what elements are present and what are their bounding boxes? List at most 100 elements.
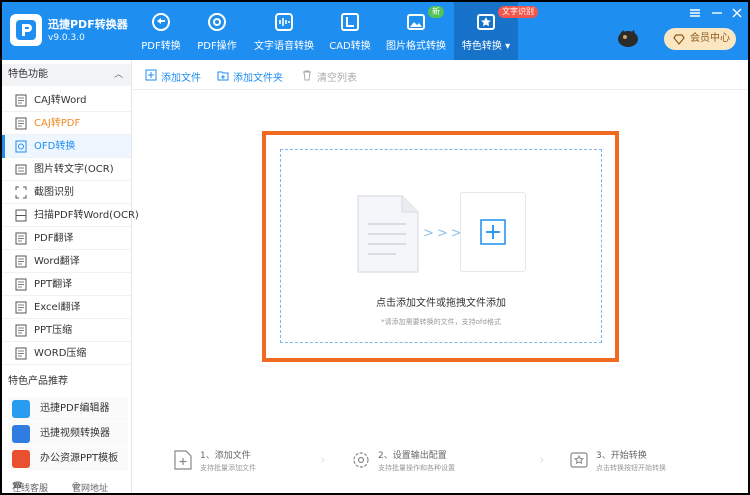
nav-text-speech[interactable]: 文字语音转换 <box>254 2 314 60</box>
step-output-config: 2、设置输出配置 支持批量操作和各种设置 <box>352 446 512 480</box>
sidebar-item-ofd[interactable]: OFD转换 <box>2 135 131 158</box>
video-converter-logo-icon <box>12 425 30 443</box>
sidebar-footer: ☎ 在线客服 ◎ 官网地址 <box>12 481 109 493</box>
ocr-badge: 文字识别 <box>498 6 538 18</box>
product-label: 迅捷PDF编辑器 <box>40 403 110 414</box>
section-title: 特色功能 <box>8 69 48 80</box>
new-badge: 新 <box>428 6 444 18</box>
product-label: 迅捷视频转换器 <box>40 428 110 439</box>
ppt-template-logo-icon <box>12 450 30 468</box>
add-file-card[interactable] <box>460 192 526 272</box>
ocr-icon <box>15 164 27 175</box>
sidebar-item-ppt-translate[interactable]: PPT翻译 <box>2 273 131 296</box>
convert-star-icon <box>570 452 588 468</box>
sidebar-item-label: PDF翻译 <box>34 233 74 244</box>
sidebar-item-word-translate[interactable]: Word翻译 <box>2 250 131 273</box>
product-ppt-templates[interactable]: 办公资源PPT模板 <box>8 447 128 471</box>
caj-icon <box>15 94 27 107</box>
sidebar-item-label: CAJ转PDF <box>34 118 81 129</box>
step-title: 2、设置输出配置 <box>378 451 447 461</box>
nav-pdf-operate[interactable]: PDF操作 <box>194 2 240 60</box>
sidebar: 特色功能 ︿ CAJ转Word CAJ转PDF OFD转换 图片转文字(OCR)… <box>2 60 139 493</box>
nav-image-format[interactable]: 图片格式转换 新 <box>386 2 446 60</box>
drop-hint: *请添加需要转换的文件，支持ofd格式 <box>381 318 501 326</box>
step-desc: 支持批量操作和各种设置 <box>378 464 455 472</box>
sidebar-item-label: 截图识别 <box>34 187 74 198</box>
nav-special-convert[interactable]: 特色转换 ▾ 文字识别 <box>454 2 538 60</box>
nav-label: 文字语音转换 <box>254 41 314 52</box>
doc-icon <box>15 232 27 245</box>
sidebar-item-label: 图片转文字(OCR) <box>34 164 114 175</box>
minimize-icon[interactable] <box>710 6 724 20</box>
clear-list-button[interactable]: 清空列表 <box>301 69 357 84</box>
user-avatar[interactable] <box>616 28 640 48</box>
gear-icon <box>353 452 369 468</box>
sidebar-item-word-compress[interactable]: WORD压缩 <box>2 342 131 365</box>
arrow-right-icon: >>> <box>423 226 465 241</box>
file-plus-icon <box>174 450 192 470</box>
vip-center-button[interactable]: 会员中心 <box>664 28 736 50</box>
doc-icon <box>15 278 27 291</box>
cad-icon <box>341 13 359 31</box>
diamond-icon <box>673 34 685 45</box>
sidebar-item-pdf-translate[interactable]: PDF翻译 <box>2 227 131 250</box>
section-title: 特色产品推荐 <box>8 376 68 387</box>
product-video-converter[interactable]: 迅捷视频转换器 <box>8 422 128 446</box>
sidebar-item-caj-pdf[interactable]: CAJ转PDF <box>2 112 131 135</box>
add-file-icon <box>145 69 157 81</box>
audio-wave-icon <box>275 13 293 31</box>
product-label: 办公资源PPT模板 <box>40 453 119 464</box>
sidebar-item-scan-pdf[interactable]: 扫描PDF转Word(OCR) <box>2 204 139 227</box>
app-version: v9.0.3.0 <box>48 33 85 43</box>
doc-icon <box>15 301 27 314</box>
document-illustration-icon <box>357 195 419 273</box>
drop-instruction: 点击添加文件或拖拽文件添加 <box>376 298 506 309</box>
pdf-editor-logo-icon <box>12 400 30 418</box>
nav-label: 特色转换 ▾ <box>461 41 511 52</box>
section-header-features[interactable]: 特色功能 ︿ <box>2 64 131 86</box>
gear-icon <box>208 13 226 31</box>
nav-pdf-convert[interactable]: PDF转换 <box>138 2 184 60</box>
sidebar-item-caj-word[interactable]: CAJ转Word <box>2 89 131 112</box>
app-logo <box>10 14 42 46</box>
step-title: 1、添加文件 <box>200 451 251 461</box>
sidebar-item-label: PPT压缩 <box>34 325 73 336</box>
sidebar-item-label: Word翻译 <box>34 256 80 267</box>
sidebar-item-excel-translate[interactable]: Excel翻译 <box>2 296 131 319</box>
nav-cad[interactable]: CAD转换 <box>328 2 372 60</box>
section-header-products: 特色产品推荐 <box>2 371 131 393</box>
step-add-file: 1、添加文件 支持批量添加文件 <box>174 446 304 480</box>
add-file-button[interactable]: 添加文件 <box>145 69 201 84</box>
sidebar-item-label: PPT翻译 <box>34 279 73 290</box>
sidebar-item-label: 扫描PDF转Word(OCR) <box>34 210 139 221</box>
image-icon <box>407 14 425 30</box>
menu-icon[interactable] <box>688 6 702 20</box>
doc-icon <box>15 324 27 337</box>
add-folder-icon <box>217 71 229 81</box>
star-icon <box>477 14 495 30</box>
step-desc: 支持批量添加文件 <box>200 464 256 472</box>
convert-icon <box>152 13 170 31</box>
add-folder-button[interactable]: 添加文件夹 <box>217 69 283 84</box>
ofd-icon <box>15 140 27 153</box>
sidebar-item-label: CAJ转Word <box>34 95 87 106</box>
close-icon[interactable] <box>730 6 744 20</box>
step-desc: 点击转换按钮开始转换 <box>596 464 666 472</box>
sidebar-item-screenshot[interactable]: 截图识别 <box>2 181 131 204</box>
plus-icon <box>480 219 506 245</box>
file-drop-zone[interactable]: >>> 点击添加文件或拖拽文件添加 *请添加需要转换的文件，支持ofd格式 <box>262 131 619 362</box>
screenshot-icon <box>15 186 27 199</box>
chevron-down-icon: ▾ <box>505 41 511 52</box>
scan-icon <box>15 209 27 222</box>
step-start-convert: 3、开始转换 点击转换按钮开始转换 <box>570 446 690 480</box>
vip-label: 会员中心 <box>690 33 730 44</box>
nav-label: PDF操作 <box>197 41 237 52</box>
sidebar-item-ppt-compress[interactable]: PPT压缩 <box>2 319 131 342</box>
trash-icon <box>303 70 311 81</box>
step-title: 3、开始转换 <box>596 451 647 461</box>
product-pdf-editor[interactable]: 迅捷PDF编辑器 <box>8 397 128 421</box>
top-header: 迅捷PDF转换器 v9.0.3.0 PDF转换 PDF操作 文字语音转换 CAD… <box>2 2 748 60</box>
chevron-up-icon: ︿ <box>113 70 123 80</box>
app-window: 迅捷PDF转换器 v9.0.3.0 PDF转换 PDF操作 文字语音转换 CAD… <box>2 2 748 493</box>
sidebar-item-ocr[interactable]: 图片转文字(OCR) <box>2 158 131 181</box>
